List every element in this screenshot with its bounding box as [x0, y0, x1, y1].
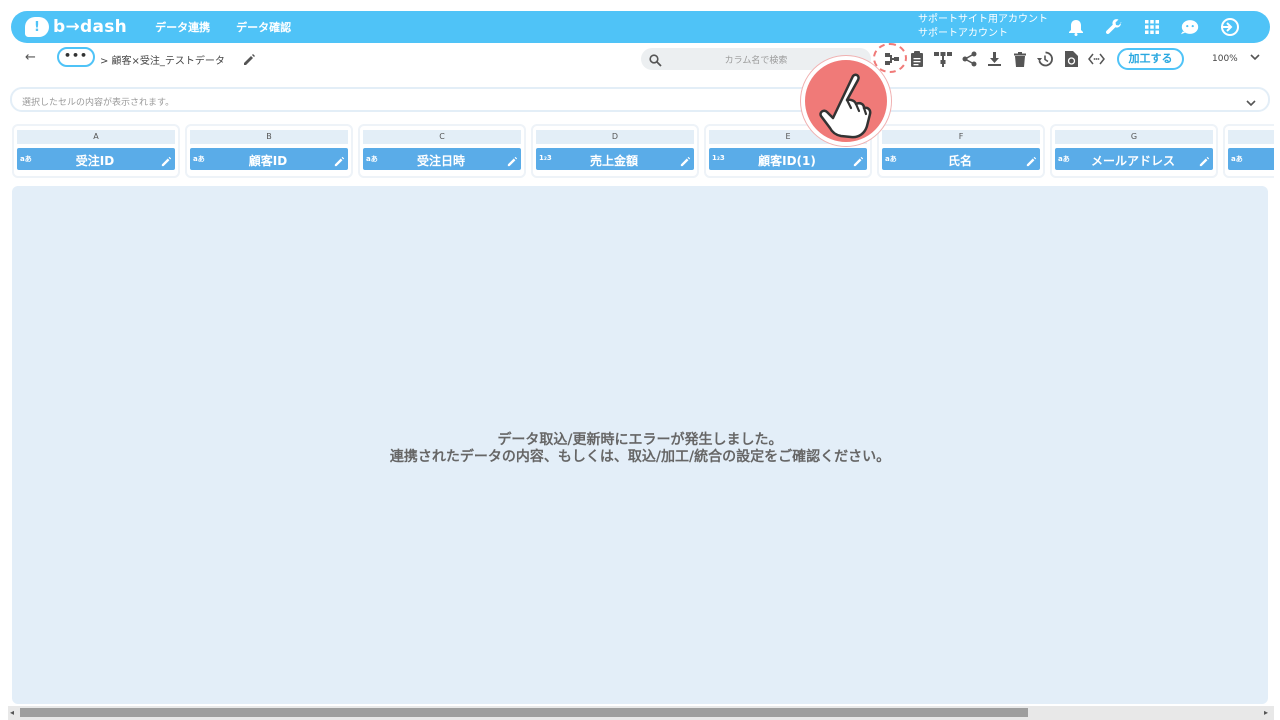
- error-message-line2: 連携されたデータの内容、もしくは、取込/加工/統合の設定をご確認ください。: [389, 449, 891, 465]
- horizontal-scrollbar[interactable]: ◂ ▸: [8, 706, 1274, 720]
- edit-title-pencil-icon[interactable]: [243, 51, 256, 70]
- column-name-bar[interactable]: aあ 氏名: [882, 148, 1040, 170]
- column-name: 氏名: [947, 154, 972, 168]
- cell-content-placeholder: 選択したセルの内容が表示されます。: [22, 98, 175, 108]
- chevron-down-icon[interactable]: [1246, 93, 1256, 112]
- column-header[interactable]: A aあ 受注ID: [12, 124, 180, 178]
- trash-icon[interactable]: [1010, 49, 1030, 69]
- history-icon[interactable]: [1035, 49, 1055, 69]
- column-name-bar[interactable]: aあ: [1228, 148, 1274, 170]
- logo[interactable]: ! b→dash: [25, 17, 127, 37]
- column-name: 顧客ID(1): [758, 154, 816, 168]
- number-type-icon: 1₂3: [539, 154, 552, 162]
- column-letter: G: [1055, 130, 1213, 144]
- column-letter: C: [363, 130, 521, 144]
- column-header[interactable]: F aあ 氏名: [877, 124, 1045, 178]
- column-name-bar[interactable]: aあ 受注ID: [17, 148, 175, 170]
- column-name: 受注日時: [416, 154, 465, 168]
- data-grid-area: データ取込/更新時にエラーが発生しました。 連携されたデータの内容、もしくは、取…: [12, 186, 1268, 704]
- column-header[interactable]: B aあ 顧客ID: [185, 124, 353, 178]
- column-headers: A aあ 受注ID B aあ 顧客ID C aあ 受注日時 D 1₂3 売上金額…: [12, 124, 1274, 178]
- account-user-name: サポートアカウント: [918, 28, 1008, 39]
- pointing-hand-icon: [801, 56, 891, 146]
- column-header[interactable]: C aあ 受注日時: [358, 124, 526, 178]
- top-nav: ! b→dash データ連携 データ確認 サポートサイト用アカウント サポートア…: [11, 11, 1270, 43]
- download-icon[interactable]: [984, 49, 1004, 69]
- share-icon[interactable]: [959, 49, 979, 69]
- column-letter: D: [536, 130, 694, 144]
- search-icon: [649, 52, 662, 71]
- logout-icon[interactable]: [1219, 17, 1239, 37]
- back-arrow-icon[interactable]: ←: [25, 50, 36, 65]
- text-type-icon: aあ: [193, 155, 205, 163]
- cell-content-bar[interactable]: 選択したセルの内容が表示されます。: [10, 87, 1270, 112]
- zoom-select[interactable]: 100%: [1190, 48, 1268, 70]
- text-type-icon: aあ: [20, 155, 32, 163]
- chevron-down-icon: [1250, 52, 1260, 65]
- column-name-bar[interactable]: 1₂3 顧客ID(1): [709, 148, 867, 170]
- hierarchy-icon[interactable]: [933, 49, 953, 69]
- column-header[interactable]: D 1₂3 売上金額: [531, 124, 699, 178]
- text-type-icon: aあ: [1231, 155, 1243, 163]
- text-type-icon: aあ: [366, 155, 378, 163]
- number-type-icon: 1₂3: [712, 154, 725, 162]
- column-letter: F: [882, 130, 1040, 144]
- breadcrumb: > 顧客×受注_テストデータ: [100, 56, 225, 67]
- column-name-bar[interactable]: aあ 受注日時: [363, 148, 521, 170]
- nav-link-data-check[interactable]: データ確認: [236, 19, 291, 35]
- column-name-bar[interactable]: aあ 顧客ID: [190, 148, 348, 170]
- column-name: 顧客ID: [248, 154, 288, 168]
- column-name: メールアドレス: [1090, 154, 1175, 168]
- edit-column-pencil-icon[interactable]: [334, 152, 345, 171]
- account-info[interactable]: サポートサイト用アカウント サポートアカウント: [918, 13, 1048, 41]
- edit-column-pencil-icon[interactable]: [853, 152, 864, 171]
- edit-column-pencil-icon[interactable]: [1199, 152, 1210, 171]
- column-name: 売上金額: [589, 154, 638, 168]
- restore-file-icon[interactable]: [1061, 49, 1081, 69]
- column-name-bar[interactable]: 1₂3 売上金額: [536, 148, 694, 170]
- nav-link-data-integration[interactable]: データ連携: [155, 19, 210, 35]
- toolbar: ← ••• > 顧客×受注_テストデータ カラム名で検索 加工する 100%: [8, 44, 1272, 74]
- logo-bubble-icon: !: [25, 17, 49, 37]
- column-name-bar[interactable]: aあ メールアドレス: [1055, 148, 1213, 170]
- code-icon[interactable]: [1086, 49, 1106, 69]
- apps-grid-icon[interactable]: [1142, 17, 1162, 37]
- text-type-icon: aあ: [885, 155, 897, 163]
- column-letter: A: [17, 130, 175, 144]
- column-letter: [1228, 130, 1274, 144]
- account-site-name: サポートサイト用アカウント: [918, 14, 1048, 25]
- process-button[interactable]: 加工する: [1117, 48, 1184, 70]
- text-type-icon: aあ: [1058, 155, 1070, 163]
- zoom-value: 100%: [1212, 54, 1238, 64]
- more-button[interactable]: •••: [57, 47, 95, 67]
- edit-column-pencil-icon[interactable]: [1026, 152, 1037, 171]
- logo-text: b→dash: [53, 17, 128, 37]
- support-chat-icon[interactable]: [1180, 17, 1200, 37]
- column-name: 受注ID: [75, 154, 115, 168]
- scrollbar-thumb[interactable]: [20, 708, 1028, 717]
- edit-column-pencil-icon[interactable]: [507, 152, 518, 171]
- bell-icon[interactable]: [1066, 17, 1086, 37]
- clipboard-icon[interactable]: [907, 49, 927, 69]
- column-letter: B: [190, 130, 348, 144]
- column-header[interactable]: aあ: [1223, 124, 1274, 178]
- wrench-icon[interactable]: [1104, 17, 1124, 37]
- edit-column-pencil-icon[interactable]: [680, 152, 691, 171]
- edit-column-pencil-icon[interactable]: [161, 152, 172, 171]
- scroll-left-arrow-icon[interactable]: ◂: [10, 708, 14, 717]
- column-header[interactable]: G aあ メールアドレス: [1050, 124, 1218, 178]
- scroll-right-arrow-icon[interactable]: ▸: [1264, 708, 1268, 717]
